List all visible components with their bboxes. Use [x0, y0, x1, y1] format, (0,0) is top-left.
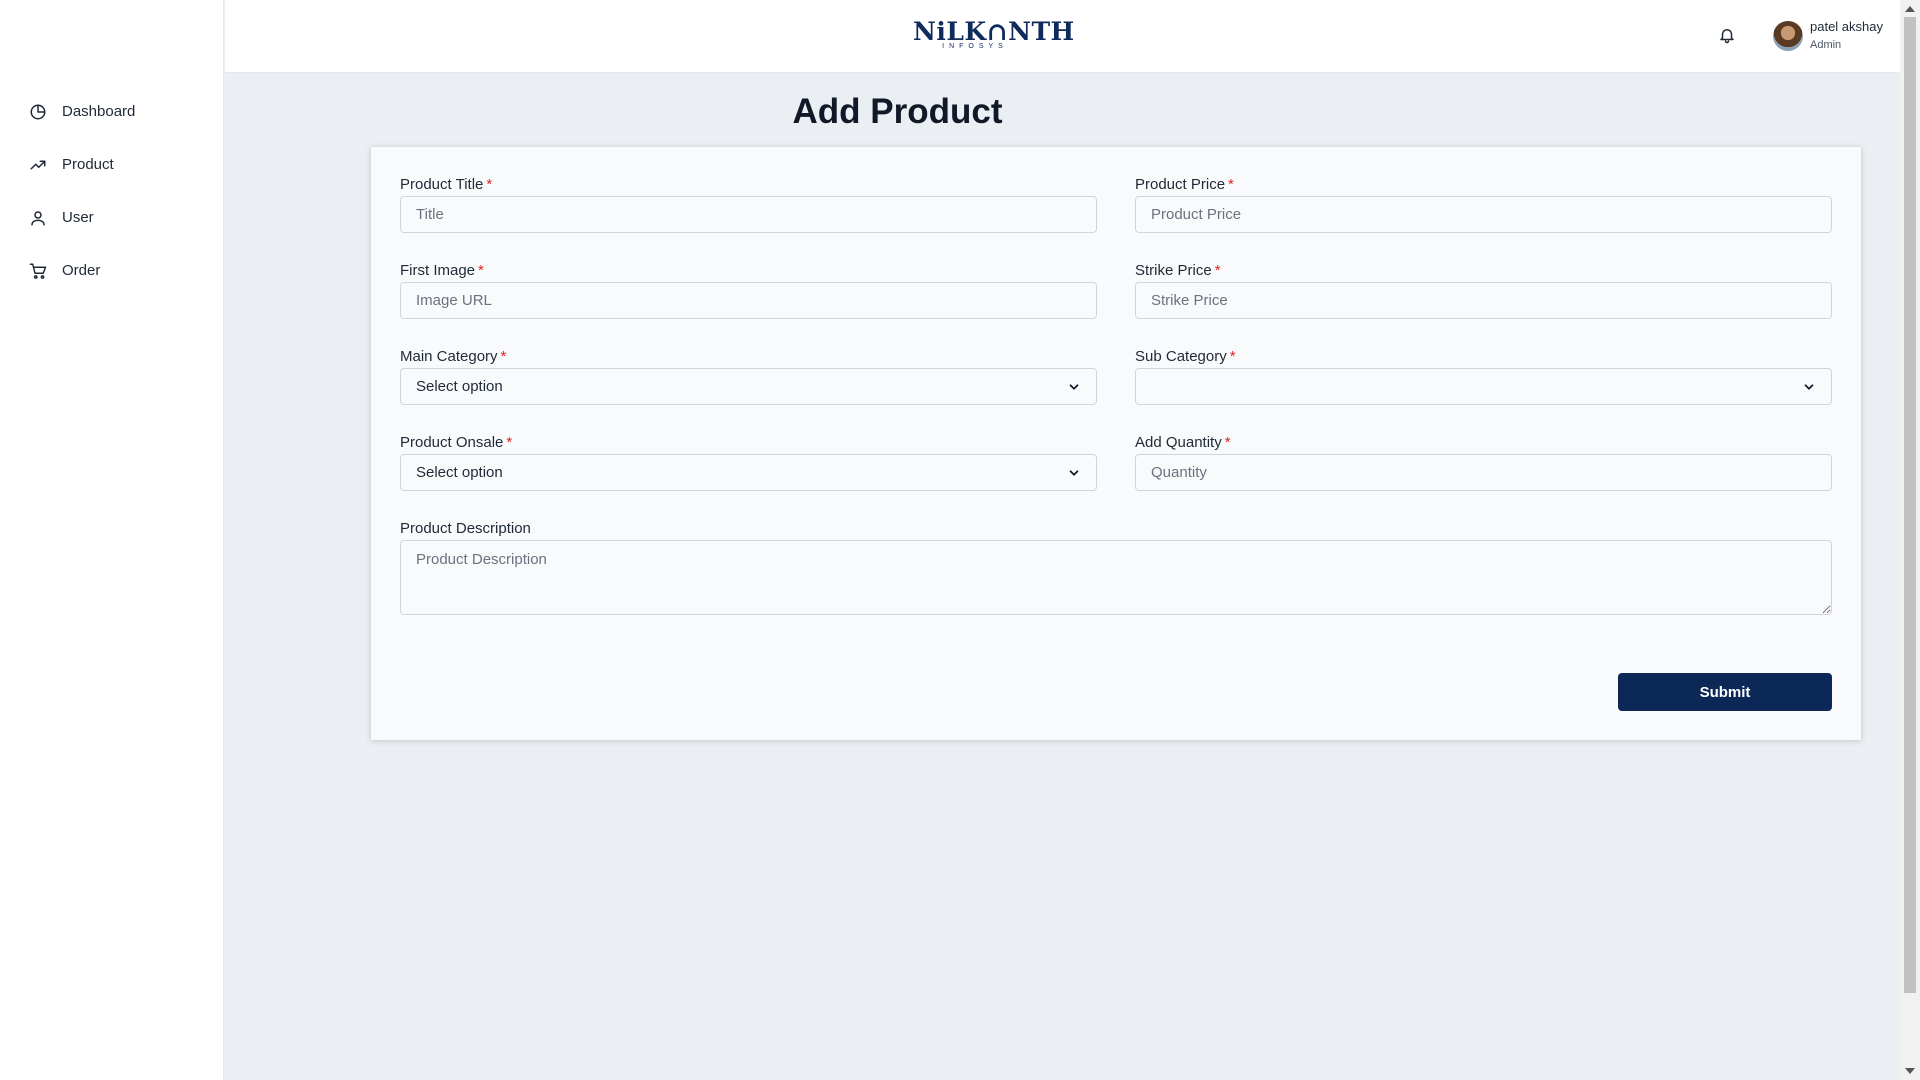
user-icon [29, 209, 47, 227]
first-image-field: First Image * [400, 262, 1097, 319]
sidebar: Dashboard Product User Order [0, 0, 224, 1080]
chevron-down-icon [1069, 469, 1079, 476]
product-onsale-select[interactable]: Select option [400, 454, 1097, 491]
scroll-down-arrow-icon[interactable] [1905, 1068, 1915, 1074]
strike-price-input[interactable] [1135, 282, 1832, 319]
trending-up-icon [29, 156, 47, 174]
strike-price-field: Strike Price * [1135, 262, 1832, 319]
quantity-input[interactable] [1135, 454, 1832, 491]
required-mark: * [478, 262, 484, 279]
chevron-down-icon [1804, 383, 1814, 390]
product-price-field: Product Price * [1135, 176, 1832, 233]
pie-chart-icon [29, 103, 47, 121]
product-description-field: Product Description [400, 520, 1832, 615]
product-onsale-field: Product Onsale * Select option [400, 434, 1097, 491]
main-category-value: Select option [416, 378, 503, 395]
sidebar-item-user[interactable]: User [0, 191, 223, 244]
product-title-label: Product Title [400, 176, 484, 193]
shopping-cart-icon [29, 262, 47, 280]
main-category-label: Main Category [400, 348, 498, 365]
sidebar-item-label: Product [62, 156, 114, 173]
sub-category-field: Sub Category * [1135, 348, 1832, 405]
avatar[interactable] [1773, 21, 1803, 51]
required-mark: * [506, 434, 513, 451]
strike-price-label: Strike Price [1135, 262, 1212, 279]
required-mark: * [500, 348, 507, 365]
add-quantity-field: Add Quantity * [1135, 434, 1832, 491]
sidebar-item-label: Order [62, 262, 101, 279]
product-price-label: Product Price [1135, 176, 1226, 193]
top-header: NiLK∩NTH INFOSYS patel akshay Admin [225, 0, 1900, 73]
required-mark: * [1229, 348, 1236, 365]
add-quantity-label: Add Quantity [1135, 434, 1222, 451]
product-title-field: Product Title * [400, 176, 1097, 233]
company-logo[interactable]: NiLK∩NTH INFOSYS [913, 17, 1075, 52]
first-image-label: First Image [400, 262, 476, 279]
user-role: Admin [1810, 39, 1842, 51]
chevron-down-icon [1069, 383, 1079, 390]
required-mark: * [1214, 262, 1221, 279]
main-category-field: Main Category * Select option [400, 348, 1097, 405]
product-onsale-label: Product Onsale [400, 434, 504, 451]
required-mark: * [1228, 176, 1234, 193]
sidebar-item-label: User [62, 209, 94, 226]
sub-category-select[interactable] [1135, 368, 1832, 405]
main-category-select[interactable]: Select option [400, 368, 1097, 405]
required-mark: * [1224, 434, 1231, 451]
sidebar-item-label: Dashboard [62, 103, 136, 120]
image-url-input[interactable] [400, 282, 1097, 319]
submit-button[interactable]: Submit [1618, 673, 1832, 711]
product-description-label: Product Description [400, 520, 531, 537]
add-product-form: Product Title* Product Price* First Imag… [371, 147, 1861, 740]
sidebar-item-dashboard[interactable]: Dashboard [0, 85, 223, 138]
product-price-input[interactable] [1135, 196, 1832, 233]
scroll-thumb[interactable] [1904, 17, 1916, 993]
sub-category-label: Sub Category [1135, 348, 1227, 365]
page-title: Add Product [792, 92, 1003, 131]
vertical-scrollbar[interactable] [1900, 0, 1920, 1080]
scroll-up-arrow-icon[interactable] [1905, 6, 1915, 12]
logo-main-text: NiLK∩NTH [913, 17, 1075, 46]
required-mark: * [486, 176, 493, 193]
sidebar-item-product[interactable]: Product [0, 138, 223, 191]
user-name[interactable]: patel akshay [1810, 19, 1883, 34]
bell-icon[interactable] [1718, 26, 1736, 44]
sidebar-item-order[interactable]: Order [0, 244, 223, 297]
sidebar-nav: Dashboard Product User Order [0, 85, 223, 297]
product-title-input[interactable] [400, 196, 1097, 233]
product-onsale-value: Select option [416, 464, 503, 481]
product-description-textarea[interactable] [400, 540, 1832, 615]
